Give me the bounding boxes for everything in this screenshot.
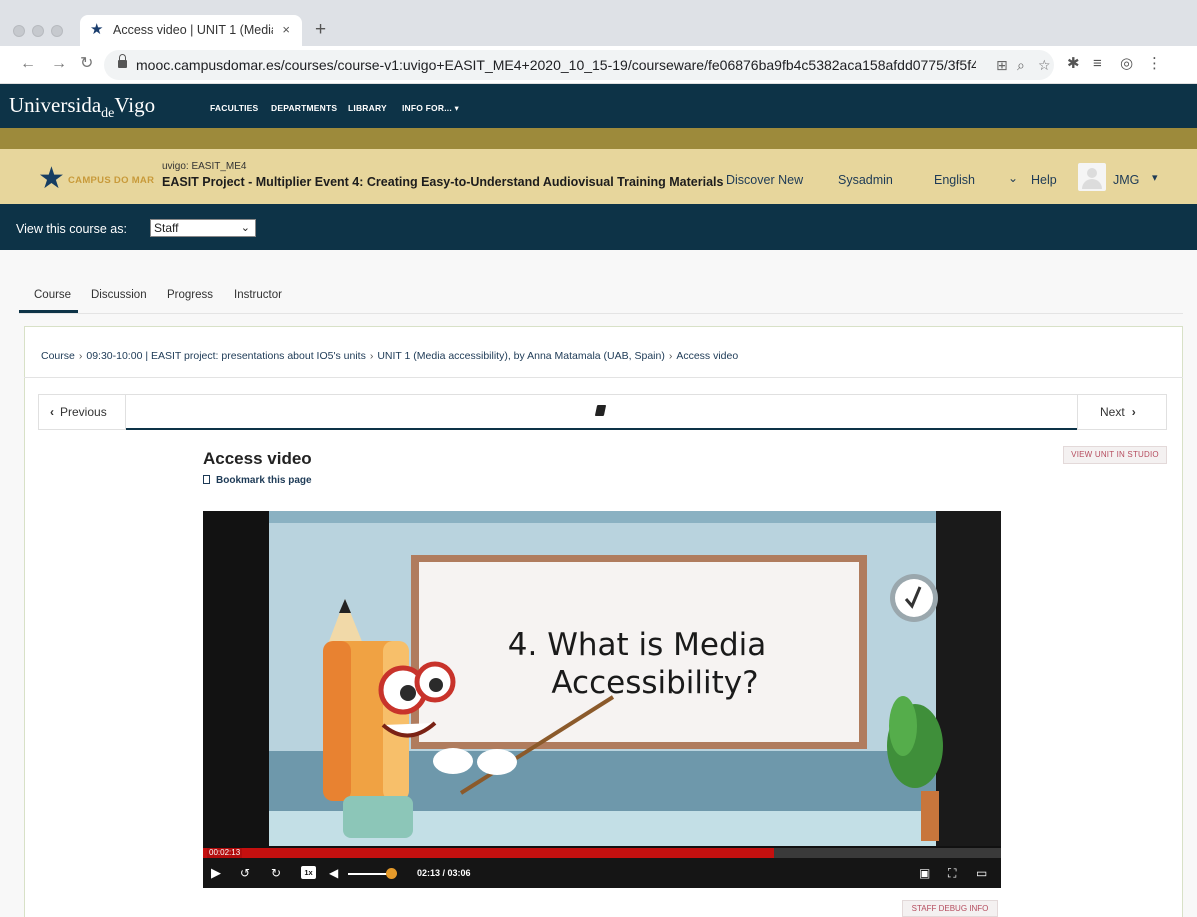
- view-as-bar: View this course as: Staff ⌄: [0, 204, 1197, 250]
- browser-tab[interactable]: ★ Access video | UNIT 1 (Media a ×: [80, 15, 302, 46]
- logo-text-de: de: [101, 106, 115, 121]
- video-progress-bar[interactable]: [203, 848, 1001, 858]
- video-controls: ▶ ↺ ↻ 1x ◀ 02:13 / 03:06 ▣ ⛶ ▭: [203, 858, 1001, 888]
- logo-text-right: Vigo: [114, 93, 156, 117]
- translate-icon[interactable]: ⊞: [996, 56, 1008, 74]
- new-tab-button[interactable]: +: [315, 20, 326, 40]
- active-unit-indicator: [126, 428, 1077, 430]
- playback-speed-button[interactable]: 1x: [301, 866, 316, 879]
- university-logo[interactable]: UniversidadeVigo: [9, 93, 156, 121]
- breadcrumb-divider: [24, 377, 1183, 378]
- breadcrumb-section[interactable]: 09:30-10:00 | EASIT project: presentatio…: [86, 350, 365, 362]
- forward-skip-icon[interactable]: ↻: [271, 866, 281, 880]
- forward-arrow-icon[interactable]: →: [51, 54, 67, 74]
- lock-icon: [118, 54, 127, 70]
- bookmark-icon: [203, 475, 210, 484]
- campus-do-mar-logo-text[interactable]: CAMPUS DO MAR: [68, 175, 154, 186]
- discover-new-link[interactable]: Discover New: [726, 173, 803, 187]
- profile-icon[interactable]: ◎: [1120, 55, 1133, 73]
- reload-icon[interactable]: ↻: [80, 54, 93, 74]
- back-arrow-icon[interactable]: ←: [20, 54, 36, 74]
- zoom-icon[interactable]: ⌕: [1017, 56, 1025, 74]
- previous-label: Previous: [60, 405, 107, 419]
- star-favicon-icon: ★: [90, 21, 104, 38]
- address-bar[interactable]: mooc.campusdomar.es/courses/course-v1:uv…: [104, 50, 1054, 80]
- reading-list-icon[interactable]: ≡: [1093, 55, 1102, 73]
- bookmark-star-icon[interactable]: ☆: [1038, 56, 1051, 74]
- select-chevron-down-icon: ⌄: [240, 222, 250, 234]
- course-bar: ★ CAMPUS DO MAR uvigo: EASIT_ME4 EASIT P…: [0, 149, 1197, 204]
- board-text-line-2: Accessibility?: [551, 665, 758, 701]
- nav-departments[interactable]: DEPARTMENTS: [271, 103, 337, 113]
- nav-info-for[interactable]: INFO FOR... ▾: [402, 103, 459, 114]
- volume-icon[interactable]: ◀: [329, 866, 338, 880]
- gold-band: [0, 128, 1197, 149]
- tabs-divider: [19, 313, 1183, 314]
- view-as-select[interactable]: Staff ⌄: [150, 219, 256, 237]
- course-org: uvigo: EASIT_ME4: [162, 161, 247, 172]
- tab-progress[interactable]: Progress: [167, 289, 213, 301]
- browser-tabstrip: ★ Access video | UNIT 1 (Media a × +: [0, 0, 1197, 46]
- previous-button[interactable]: ‹ Previous: [38, 394, 126, 430]
- fullscreen-icon[interactable]: ⛶: [948, 866, 956, 880]
- course-title: EASIT Project - Multiplier Event 4: Crea…: [162, 175, 724, 189]
- user-avatar[interactable]: [1078, 163, 1106, 191]
- browser-menu-icon[interactable]: ⋮: [1147, 55, 1162, 73]
- staff-debug-info-button[interactable]: STAFF DEBUG INFO: [902, 900, 998, 917]
- video-timecode: 02:13 / 03:06: [417, 868, 471, 878]
- user-menu-name[interactable]: JMG: [1113, 173, 1139, 187]
- video-progress-fill: [203, 848, 774, 858]
- volume-slider-handle[interactable]: [386, 868, 397, 879]
- browser-tab-title: Access video | UNIT 1 (Media a: [113, 23, 273, 37]
- next-label: Next: [1100, 405, 1125, 419]
- breadcrumb-current: Access video: [676, 350, 739, 362]
- address-url[interactable]: mooc.campusdomar.es/courses/course-v1:uv…: [136, 57, 976, 73]
- window-zoom-button[interactable]: [51, 25, 63, 37]
- nav-faculties[interactable]: FACULTIES: [210, 103, 258, 113]
- chevron-down-icon[interactable]: ⌄: [1008, 171, 1018, 185]
- sysadmin-link[interactable]: Sysadmin: [838, 173, 893, 187]
- window-minimize-button[interactable]: [32, 25, 44, 37]
- tab-discussion[interactable]: Discussion: [91, 289, 147, 301]
- play-icon[interactable]: ▶: [211, 866, 221, 880]
- captions-icon[interactable]: ▭: [976, 866, 987, 880]
- campus-do-mar-star-icon[interactable]: ★: [38, 164, 65, 194]
- logo-text-left: Universida: [9, 93, 102, 117]
- browser-toolbar: ← → ↻ mooc.campusdomar.es/courses/course…: [0, 46, 1197, 84]
- tab-course[interactable]: Course: [34, 289, 71, 301]
- window-close-button[interactable]: [13, 25, 25, 37]
- chevron-right-icon: ›: [1131, 405, 1136, 419]
- picture-in-picture-icon[interactable]: ▣: [919, 866, 930, 880]
- breadcrumb-course[interactable]: Course: [41, 350, 75, 362]
- board-text-line-1: 4. What is Media: [508, 627, 766, 663]
- tab-close-icon[interactable]: ×: [282, 22, 290, 38]
- breadcrumb-subsection[interactable]: UNIT 1 (Media accessibility), by Anna Ma…: [377, 350, 665, 362]
- language-select[interactable]: English: [934, 173, 975, 187]
- extensions-puzzle-icon[interactable]: ✱: [1067, 55, 1080, 73]
- tab-instructor[interactable]: Instructor: [234, 289, 282, 301]
- view-as-selected: Staff: [154, 221, 179, 235]
- chevron-left-icon: ‹: [50, 405, 54, 419]
- rewind-icon[interactable]: ↺: [240, 866, 250, 880]
- progress-time-tooltip: 00:02:13: [207, 848, 243, 858]
- nav-library[interactable]: LIBRARY: [348, 103, 387, 113]
- breadcrumb: Course › 09:30-10:00 | EASIT project: pres…: [41, 350, 739, 362]
- view-as-label: View this course as:: [16, 222, 127, 236]
- bookmark-button[interactable]: Bookmark this page: [203, 474, 312, 486]
- user-menu-caret-icon[interactable]: ▾: [1152, 171, 1158, 184]
- unit-title: Access video: [203, 449, 312, 468]
- view-unit-in-studio-button[interactable]: VIEW UNIT IN STUDIO: [1063, 446, 1167, 464]
- next-button[interactable]: Next ›: [1077, 394, 1167, 430]
- bookmark-label: Bookmark this page: [216, 475, 312, 486]
- help-link[interactable]: Help: [1031, 173, 1057, 187]
- video-player[interactable]: 4. What is Media Accessibility? 00:02:13…: [203, 511, 1001, 888]
- university-header: UniversidadeVigo FACULTIES DEPARTMENTS L…: [0, 84, 1197, 128]
- video-frame: 4. What is Media Accessibility?: [203, 511, 1001, 846]
